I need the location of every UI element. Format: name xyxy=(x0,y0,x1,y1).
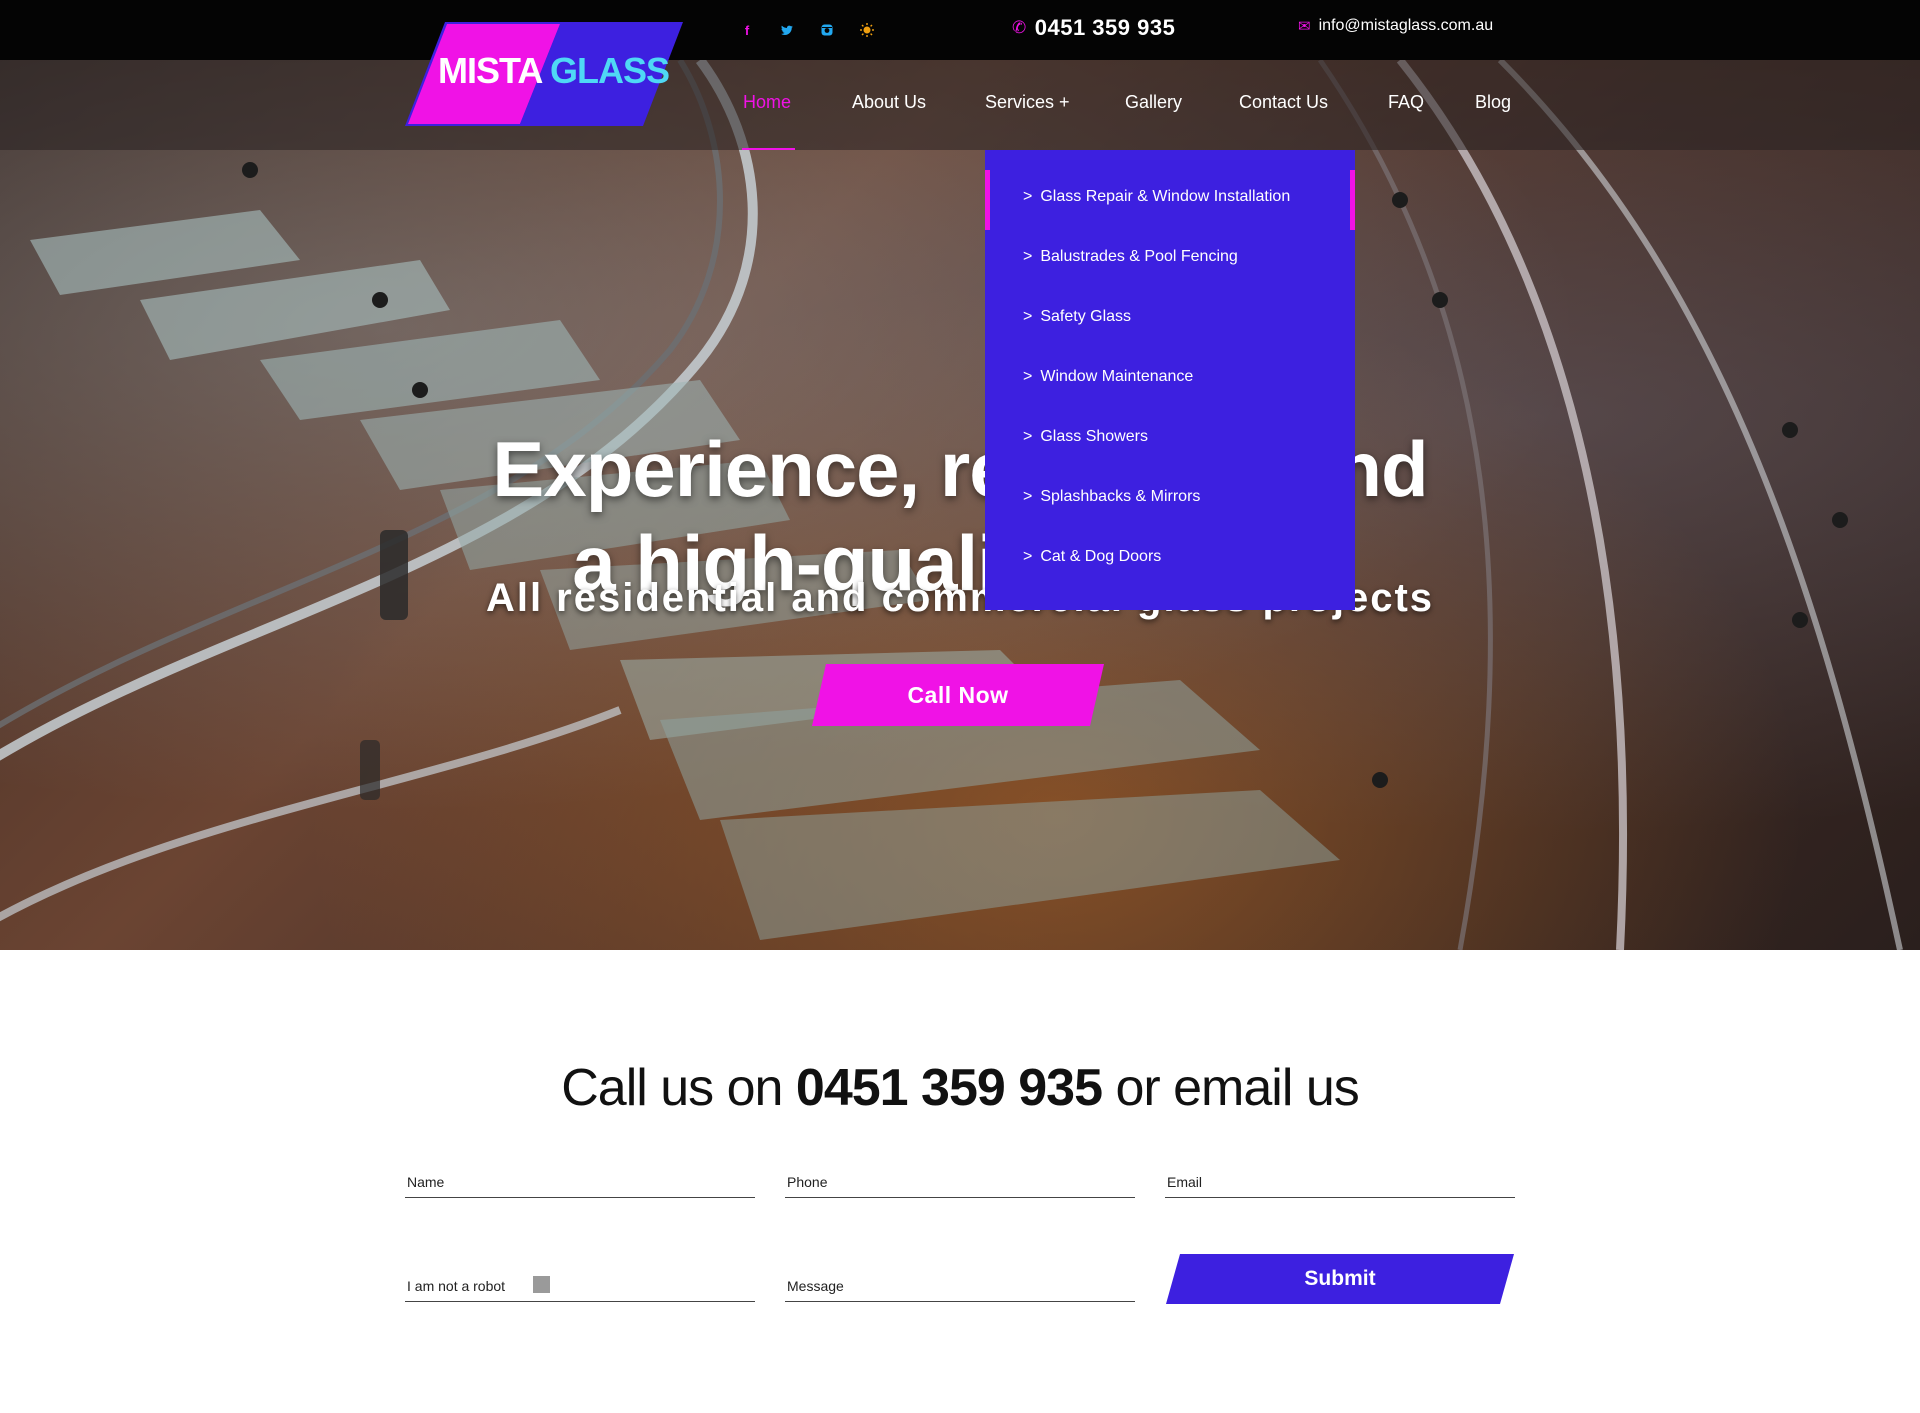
contact-heading-phone[interactable]: 0451 359 935 xyxy=(796,1059,1103,1117)
submit-button[interactable]: Submit xyxy=(1166,1254,1514,1304)
captcha-checkbox[interactable] xyxy=(533,1276,550,1293)
chevron-right-icon: > xyxy=(1023,248,1033,265)
nav-blog[interactable]: Blog xyxy=(1475,92,1511,113)
captcha-label: I am not a robot xyxy=(407,1278,506,1294)
chevron-right-icon: > xyxy=(1023,308,1033,325)
envelope-icon: ✉ xyxy=(1298,18,1311,35)
submit-label: Submit xyxy=(1304,1267,1376,1290)
dropdown-item-window-maintenance[interactable]: > Window Maintenance xyxy=(1023,368,1193,386)
phone-field[interactable]: Phone xyxy=(785,1156,1135,1198)
yelp-icon[interactable] xyxy=(857,20,877,40)
facebook-icon[interactable]: f xyxy=(737,20,757,40)
phone-placeholder: Phone xyxy=(787,1174,828,1190)
top-email-address: info@mistaglass.com.au xyxy=(1318,17,1494,34)
dropdown-item-label: Cat & Dog Doors xyxy=(1040,548,1162,565)
logo-word-glass: GLASS xyxy=(550,50,670,91)
hero-subtitle: All residential and commercial glass pro… xyxy=(485,576,1435,620)
nav-contact-us[interactable]: Contact Us xyxy=(1239,92,1328,113)
call-now-button[interactable]: Call Now xyxy=(812,664,1104,726)
phone-icon: ✆ xyxy=(1012,18,1027,37)
dropdown-active-bar-left xyxy=(985,170,990,230)
dropdown-item-label: Window Maintenance xyxy=(1040,368,1194,385)
mista-glass-logo[interactable]: MISTA GLASS xyxy=(405,20,685,128)
chevron-right-icon: > xyxy=(1023,548,1033,565)
twitter-icon[interactable] xyxy=(777,20,797,40)
hero-banner: Experience, reliability and a high-quali… xyxy=(0,60,1920,950)
nav-home[interactable]: Home xyxy=(743,92,791,113)
call-now-label: Call Now xyxy=(907,681,1009,708)
top-email-link[interactable]: ✉ info@mistaglass.com.au xyxy=(1298,17,1493,35)
nav-services[interactable]: Services + xyxy=(985,92,1070,113)
dropdown-item-label: Balustrades & Pool Fencing xyxy=(1040,248,1238,265)
message-field[interactable]: Message xyxy=(785,1260,1135,1302)
top-bar: f ✆ 0451 359 935 ✉ info@mistaglass.com.a… xyxy=(0,0,1920,60)
dropdown-item-glass-repair[interactable]: > Glass Repair & Window Installation xyxy=(1023,188,1290,206)
navigation-bar xyxy=(0,60,1920,150)
logo-word-mista: MISTA xyxy=(438,50,542,91)
contact-heading-post: or email us xyxy=(1115,1059,1359,1117)
captcha-field: I am not a robot xyxy=(405,1260,755,1302)
message-placeholder: Message xyxy=(787,1278,844,1294)
dropdown-item-splashbacks[interactable]: > Splashbacks & Mirrors xyxy=(1023,488,1200,506)
chevron-right-icon: > xyxy=(1023,368,1033,385)
top-phone-link[interactable]: ✆ 0451 359 935 xyxy=(1012,15,1175,41)
dropdown-item-balustrades[interactable]: > Balustrades & Pool Fencing xyxy=(1023,248,1238,266)
name-placeholder: Name xyxy=(407,1174,445,1190)
nav-about-us[interactable]: About Us xyxy=(852,92,926,113)
services-dropdown: > Glass Repair & Window Installation > B… xyxy=(985,150,1355,610)
nav-active-indicator xyxy=(742,148,795,150)
chevron-right-icon: > xyxy=(1023,488,1033,505)
email-placeholder: Email xyxy=(1167,1174,1203,1190)
contact-heading: Call us on 0451 359 935 or email us xyxy=(0,1058,1920,1118)
dropdown-item-glass-showers[interactable]: > Glass Showers xyxy=(1023,428,1148,446)
nav-faq[interactable]: FAQ xyxy=(1388,92,1424,113)
dropdown-item-label: Safety Glass xyxy=(1040,308,1132,325)
dropdown-item-label: Glass Showers xyxy=(1040,428,1148,445)
chevron-right-icon: > xyxy=(1023,428,1033,445)
chevron-right-icon: > xyxy=(1023,188,1033,205)
dropdown-item-label: Splashbacks & Mirrors xyxy=(1040,488,1201,505)
dropdown-item-pet-doors[interactable]: > Cat & Dog Doors xyxy=(1023,548,1161,566)
contact-heading-pre: Call us on xyxy=(561,1059,783,1117)
dropdown-item-label: Glass Repair & Window Installation xyxy=(1040,188,1291,205)
instagram-icon[interactable] xyxy=(817,20,837,40)
email-field[interactable]: Email xyxy=(1165,1156,1515,1198)
top-phone-number: 0451 359 935 xyxy=(1034,15,1176,40)
name-field[interactable]: Name xyxy=(405,1156,755,1198)
social-links: f xyxy=(737,20,877,40)
dropdown-active-bar-right xyxy=(1350,170,1355,230)
logo-wordmark: MISTA GLASS xyxy=(438,50,670,92)
dropdown-item-safety-glass[interactable]: > Safety Glass xyxy=(1023,308,1131,326)
nav-gallery[interactable]: Gallery xyxy=(1125,92,1182,113)
hero-title-line1: Experience, reliability and xyxy=(492,425,1428,513)
